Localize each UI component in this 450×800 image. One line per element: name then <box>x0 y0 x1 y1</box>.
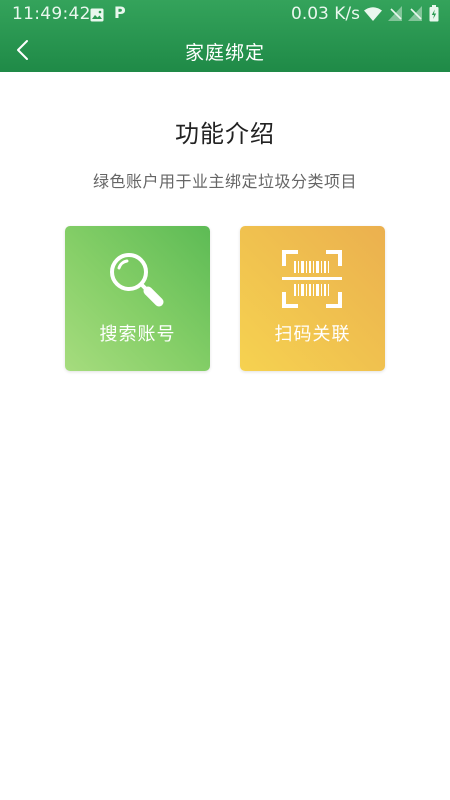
signal-icon <box>408 6 422 25</box>
scan-link-button[interactable]: 扫码关联 <box>240 226 385 371</box>
network-speed: 0.03 K/s <box>291 4 360 24</box>
intro-title: 功能介绍 <box>175 120 275 148</box>
status-bar: 11:49:42 P 0.03 K/s <box>0 0 450 28</box>
magnifier-icon <box>107 250 169 314</box>
parking-icon: P <box>114 3 126 22</box>
image-icon <box>90 7 104 26</box>
status-time: 11:49:42 <box>12 4 91 24</box>
battery-icon <box>429 5 439 26</box>
wifi-icon <box>364 6 382 25</box>
intro-description: 绿色账户用于业主绑定垃圾分类项目 <box>92 172 357 191</box>
main-content: 功能介绍 绿色账户用于业主绑定垃圾分类项目 搜索账号 扫码关联 <box>0 72 450 800</box>
screen: 11:49:42 P 0.03 K/s 家庭绑定 功能介绍 绿色账户用于业主绑定… <box>0 0 450 800</box>
search-account-button[interactable]: 搜索账号 <box>65 226 210 371</box>
scan-link-label: 扫码关联 <box>274 324 351 345</box>
page-title: 家庭绑定 <box>184 42 265 64</box>
signal-icon <box>388 6 402 25</box>
barcode-scan-icon <box>282 250 342 312</box>
nav-bar: 家庭绑定 <box>0 28 450 72</box>
app-header: 11:49:42 P 0.03 K/s 家庭绑定 <box>0 0 450 72</box>
search-account-label: 搜索账号 <box>99 324 176 345</box>
